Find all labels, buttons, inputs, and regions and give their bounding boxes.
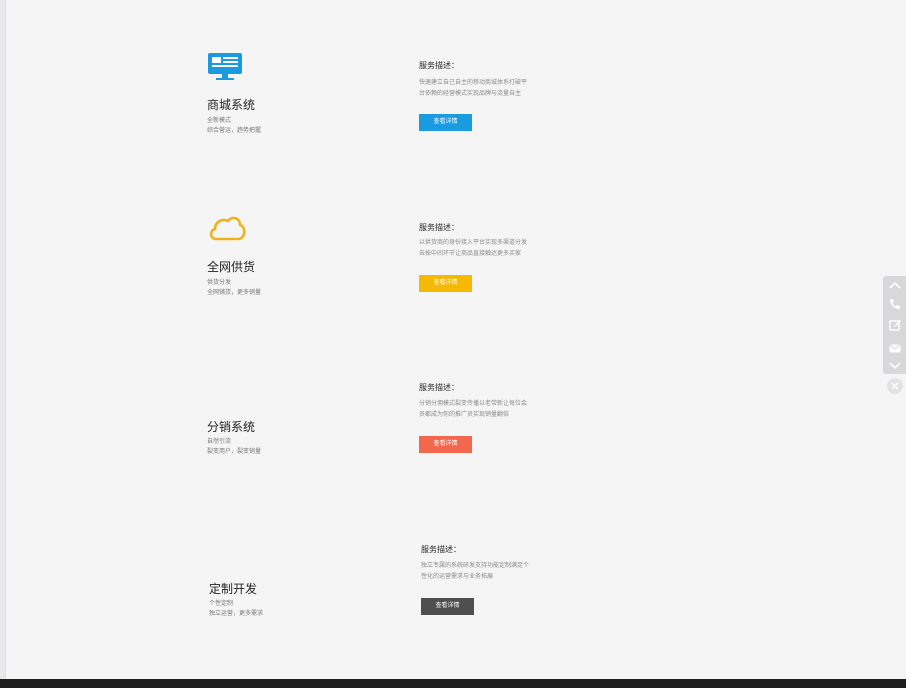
service-desc-heading: 服务描述：: [419, 223, 459, 232]
monitor-icon: [207, 52, 243, 87]
view-details-button[interactable]: 查看详情: [419, 275, 472, 292]
service-title: 定制开发: [209, 582, 258, 596]
service-tagline: 独立运营，更多需求: [209, 611, 264, 617]
service-title: 商城系统: [207, 98, 256, 112]
view-details-button[interactable]: 查看详情: [419, 114, 472, 131]
service-description: 独立专属的系统研发支持功能定制满足个性化的运营需求与业务拓展: [421, 563, 530, 580]
phone-icon[interactable]: [883, 295, 906, 313]
view-details-button[interactable]: 查看详情: [421, 598, 474, 615]
service-description: 以供货商的身份接入平台实现多渠道分发去掉中间环节让商品直接触达更多买家: [419, 240, 528, 257]
close-icon[interactable]: [887, 378, 903, 394]
footer-bar: [0, 679, 906, 688]
floating-toolbar: [883, 276, 906, 374]
service-title: 分销系统: [207, 420, 256, 434]
service-tagline: 裂变用户，裂变销量: [207, 449, 262, 455]
service-tagline: 综合营运，趋势把握: [207, 128, 262, 134]
left-border: [0, 0, 6, 680]
service-desc-heading: 服务描述：: [421, 545, 461, 554]
service-tagline: 全网铺货，更多销量: [207, 290, 262, 296]
service-desc-heading: 服务描述：: [419, 61, 459, 70]
edit-icon[interactable]: [883, 316, 906, 334]
service-description: 分销分佣模式裂变传播以老带新让每位会员都成为你的推广员实现销量翻倍: [419, 401, 528, 418]
cloud-icon: [207, 214, 247, 247]
mail-icon[interactable]: [883, 339, 906, 357]
service-desc-heading: 服务描述：: [419, 383, 459, 392]
chevron-up-icon[interactable]: [883, 276, 906, 294]
service-title: 全网供货: [207, 260, 256, 274]
view-details-button[interactable]: 查看详情: [419, 436, 472, 453]
chevron-down-icon[interactable]: [883, 357, 906, 375]
service-description: 快速建立自己自主的移动商城体系打破平台依赖的经营模式实现品牌与流量自主: [419, 80, 528, 97]
